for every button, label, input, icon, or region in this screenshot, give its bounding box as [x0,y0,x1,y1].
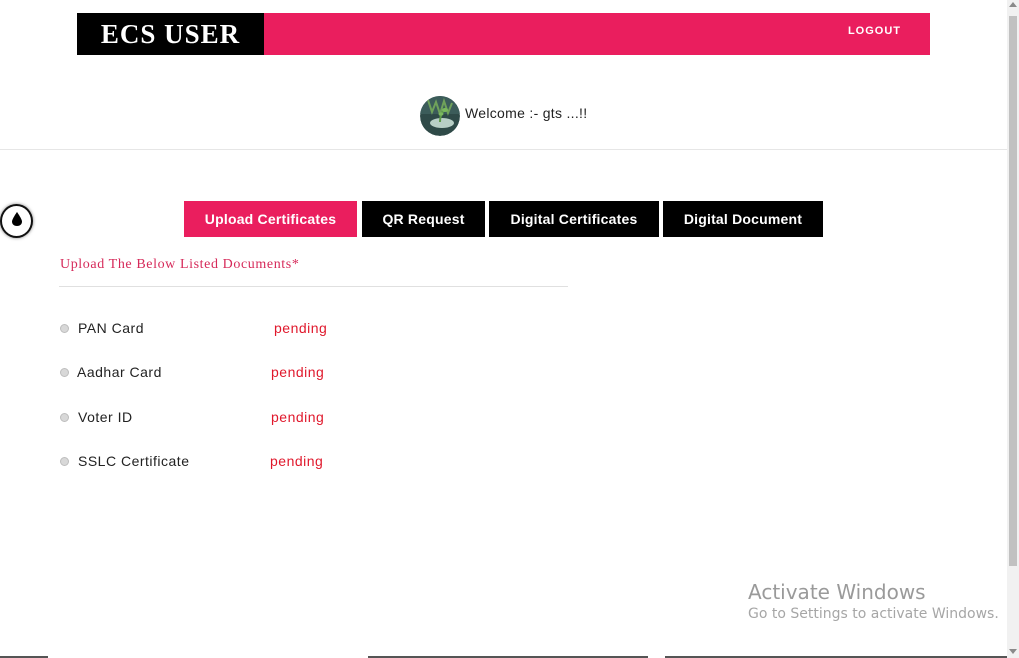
document-name: Aadhar Card [77,364,162,380]
brand-title: ECS USER [77,13,264,55]
document-name: PAN Card [78,320,144,336]
section-title: Upload The Below Listed Documents* [60,257,300,272]
list-item: Aadhar Card pending [60,362,324,382]
tab-digital-certificates[interactable]: Digital Certificates [489,201,659,237]
activate-windows-title: Activate Windows [748,580,926,604]
document-radio[interactable] [60,412,69,422]
top-header-bar: ECS USER LOGOUT [77,13,930,55]
tab-digital-document[interactable]: Digital Document [663,201,823,237]
tab-qr-request[interactable]: QR Request [362,201,485,237]
scroll-up-arrow-icon[interactable] [1009,2,1017,7]
welcome-text: Welcome :- gts ...!! [465,105,588,121]
tab-upload-certificates[interactable]: Upload Certificates [184,201,357,237]
document-radio[interactable] [60,367,69,377]
avatar [420,96,460,136]
scroll-down-arrow-icon[interactable] [1009,649,1017,654]
header-divider [0,149,1007,150]
activate-windows-subtitle: Go to Settings to activate Windows. [748,606,999,622]
list-item: SSLC Certificate pending [60,451,323,471]
droplet-icon [11,211,23,232]
section-divider [59,286,568,287]
document-status: pending [271,364,325,380]
list-item: PAN Card pending [60,318,327,338]
document-name: SSLC Certificate [78,453,190,469]
document-status: pending [271,409,325,425]
vertical-scrollbar[interactable] [1007,0,1019,658]
document-name: Voter ID [78,409,133,425]
document-status: pending [274,320,328,336]
theme-toggle-button[interactable] [0,204,33,238]
welcome-area: Welcome :- gts ...!! [420,96,587,136]
document-radio[interactable] [60,456,69,466]
scrollbar-thumb[interactable] [1009,16,1017,566]
list-item: Voter ID pending [60,407,324,427]
document-radio[interactable] [60,323,69,333]
document-status: pending [270,453,324,469]
logout-button[interactable]: LOGOUT [848,13,901,49]
